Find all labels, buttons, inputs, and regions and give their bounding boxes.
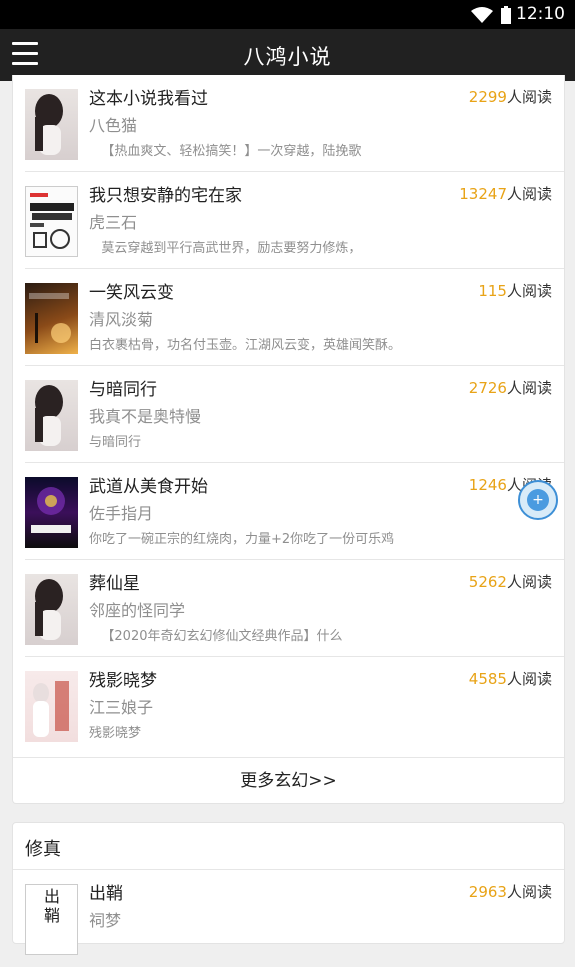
book-author: 佐手指月 — [89, 504, 154, 523]
status-time: 12:10 — [516, 4, 565, 24]
book-cover[interactable] — [25, 477, 78, 548]
book-author: 祠梦 — [89, 911, 122, 930]
book-title[interactable]: 一笑风云变 — [89, 278, 174, 303]
read-count: 5262人阅读 — [468, 573, 552, 591]
category-card: 这本小说我看过 八色猫 【热血爽文、轻松搞笑！】一次穿越，陆挽歌 2299人阅读… — [12, 75, 565, 804]
book-item[interactable]: 残影晓梦 江三娘子 残影晓梦 4585人阅读 — [13, 657, 564, 754]
book-title[interactable]: 这本小说我看过 — [89, 84, 208, 109]
book-title[interactable]: 残影晓梦 — [89, 666, 157, 691]
floating-action-button[interactable]: + — [518, 480, 558, 520]
book-item[interactable]: 与暗同行 我真不是奥特慢 与暗同行 2726人阅读 — [13, 366, 564, 463]
app-bar: 八鸿小说 — [0, 29, 575, 81]
read-count: 2963人阅读 — [468, 883, 552, 901]
wifi-icon — [471, 7, 493, 23]
category-card: 修真 出鞘 出鞘 祠梦 2963人阅读 — [12, 822, 565, 955]
book-desc: 与暗同行 — [89, 435, 142, 450]
book-cover[interactable] — [25, 671, 78, 742]
status-bar: 12:10 — [0, 0, 575, 29]
book-author: 虎三石 — [89, 213, 138, 232]
book-title[interactable]: 葬仙星 — [89, 569, 140, 594]
more-category-link[interactable]: 更多玄幻>> — [13, 757, 564, 804]
floating-action-icon: + — [527, 489, 549, 511]
book-desc: 你吃了一碗正宗的红烧肉，力量+2你吃了一份可乐鸡 — [89, 532, 395, 547]
book-title[interactable]: 出鞘 — [89, 879, 123, 904]
book-cover[interactable] — [25, 380, 78, 451]
book-cover[interactable] — [25, 89, 78, 160]
book-item[interactable]: 这本小说我看过 八色猫 【热血爽文、轻松搞笑！】一次穿越，陆挽歌 2299人阅读 — [13, 75, 564, 172]
book-item[interactable]: 出鞘 出鞘 祠梦 2963人阅读 — [13, 870, 564, 967]
book-title[interactable]: 我只想安静的宅在家 — [89, 181, 242, 206]
book-desc: 白衣裹枯骨，功名付玉壶。江湖风云变，英雄闻笑酥。 — [89, 338, 402, 353]
book-item[interactable]: 武道从美食开始 佐手指月 你吃了一碗正宗的红烧肉，力量+2你吃了一份可乐鸡 12… — [13, 463, 564, 560]
book-desc: 莫云穿越到平行高武世界，励志要努力修炼， — [89, 241, 362, 256]
book-cover[interactable] — [25, 283, 78, 354]
read-count: 13247人阅读 — [459, 185, 552, 203]
book-author: 八色猫 — [89, 116, 138, 135]
section-title: 修真 — [25, 839, 61, 860]
book-cover[interactable] — [25, 186, 78, 257]
book-desc: 【热血爽文、轻松搞笑！】一次穿越，陆挽歌 — [89, 144, 362, 159]
book-desc: 残影晓梦 — [89, 726, 142, 741]
app-title: 八鸿小说 — [243, 45, 332, 69]
book-cover[interactable] — [25, 574, 78, 645]
book-item[interactable]: 我只想安静的宅在家 虎三石 莫云穿越到平行高武世界，励志要努力修炼， 13247… — [13, 172, 564, 269]
book-title[interactable]: 与暗同行 — [89, 375, 157, 400]
book-desc: 【2020年奇幻玄幻修仙文经典作品】什么 — [89, 629, 343, 644]
book-author: 清风淡菊 — [89, 310, 154, 329]
book-title[interactable]: 武道从美食开始 — [89, 472, 208, 497]
read-count: 2726人阅读 — [468, 379, 552, 397]
book-author: 我真不是奥特慢 — [89, 407, 202, 426]
battery-icon — [501, 6, 511, 24]
read-count: 4585人阅读 — [468, 670, 552, 688]
book-item[interactable]: 葬仙星 邻座的怪同学 【2020年奇幻玄幻修仙文经典作品】什么 5262人阅读 — [13, 560, 564, 657]
book-author: 邻座的怪同学 — [89, 601, 186, 620]
book-author: 江三娘子 — [89, 698, 154, 717]
book-cover[interactable]: 出鞘 — [25, 884, 78, 955]
read-count: 115人阅读 — [478, 282, 552, 300]
read-count: 2299人阅读 — [468, 88, 552, 106]
book-item[interactable]: 一笑风云变 清风淡菊 白衣裹枯骨，功名付玉壶。江湖风云变，英雄闻笑酥。 115人… — [13, 269, 564, 366]
